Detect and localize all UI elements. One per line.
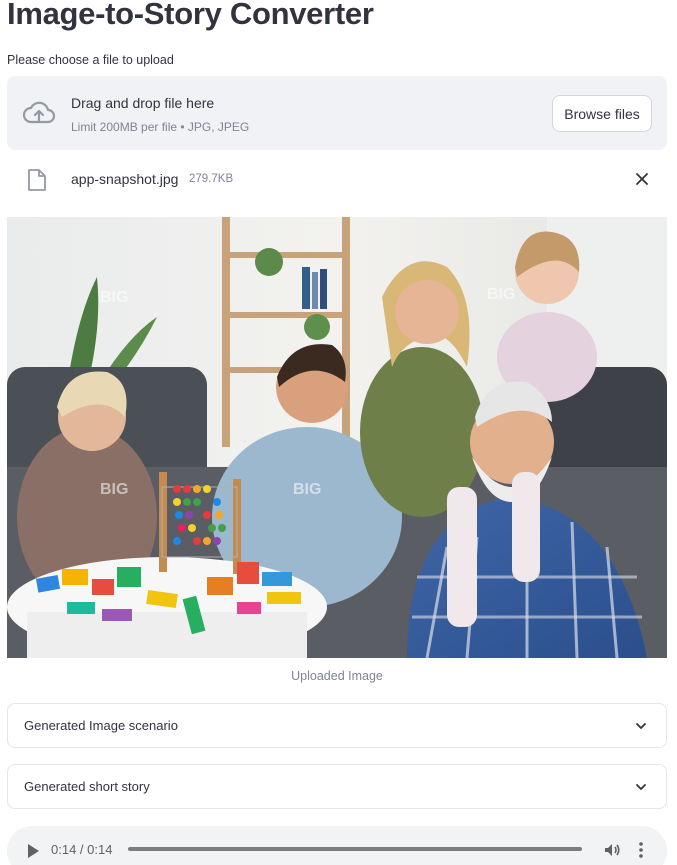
- uploaded-file-row: app-snapshot.jpg 279.7KB: [7, 160, 667, 200]
- close-icon[interactable]: [634, 171, 650, 187]
- watermark-text-2: BIG: [487, 286, 515, 303]
- chevron-down-icon: [636, 723, 646, 729]
- page-title: Image-to-Story Converter: [7, 0, 374, 31]
- chevron-down-icon: [636, 784, 646, 790]
- audio-time: 0:14 / 0:14: [51, 842, 113, 857]
- file-dropzone[interactable]: Drag and drop file here Limit 200MB per …: [7, 76, 667, 150]
- file-size: 279.7KB: [189, 173, 234, 185]
- expander-label: Generated Image scenario: [24, 718, 178, 733]
- audio-progress-bar[interactable]: [128, 847, 582, 851]
- dropzone-title: Drag and drop file here: [71, 95, 215, 111]
- play-icon[interactable]: [26, 843, 40, 859]
- more-options-icon[interactable]: [638, 840, 644, 860]
- uploaded-image: BIG BIG BIG BIG: [7, 217, 667, 658]
- audio-player: 0:14 / 0:14: [7, 826, 667, 865]
- expander-label: Generated short story: [24, 779, 150, 794]
- expander-short-story[interactable]: Generated short story: [7, 764, 667, 809]
- browse-files-button[interactable]: Browse files: [552, 95, 652, 132]
- image-caption: Uploaded Image: [291, 669, 383, 683]
- upload-label: Please choose a file to upload: [7, 53, 174, 67]
- file-icon: [28, 169, 46, 191]
- watermark-text-1: BIG: [100, 289, 128, 306]
- volume-icon[interactable]: [603, 841, 621, 859]
- cloud-upload-icon: [22, 101, 56, 124]
- expander-image-scenario[interactable]: Generated Image scenario: [7, 703, 667, 748]
- watermark-text-4: BIG: [100, 481, 128, 498]
- file-name: app-snapshot.jpg: [71, 171, 179, 187]
- watermark-text-3: BIG: [293, 481, 321, 498]
- dropzone-limit: Limit 200MB per file • JPG, JPEG: [71, 120, 250, 134]
